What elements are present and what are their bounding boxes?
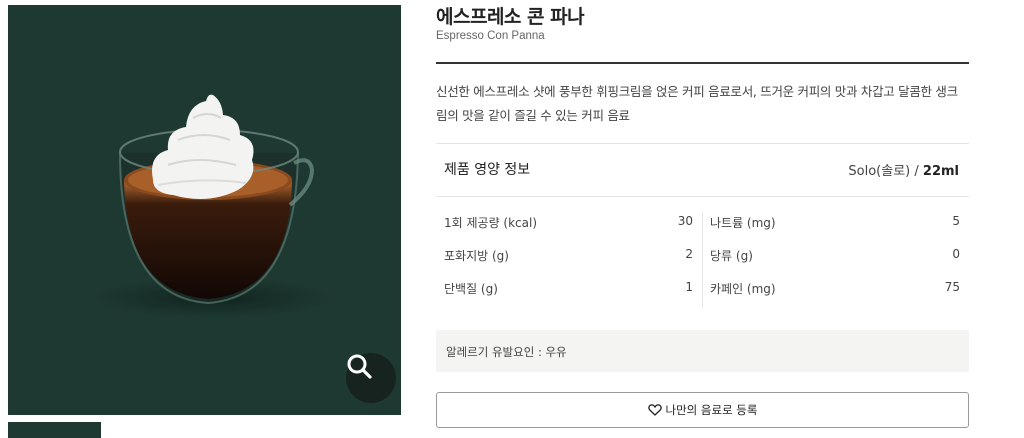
product-subtitle: Espresso Con Panna — [436, 30, 545, 42]
nutrition-value: 2 — [685, 247, 693, 261]
nutrition-value: 5 — [952, 214, 960, 228]
nutrition-value: 0 — [952, 247, 960, 261]
nutrition-list-left: 1회 제공량 (kcal) 30 포화지방 (g) 2 단백질 (g) 1 — [444, 214, 693, 313]
product-description: 신선한 에스프레소 샷에 풍부한 휘핑크림을 얹은 커피 음료로서, 뜨거운 커… — [436, 84, 958, 123]
nutrition-divider-bottom — [436, 196, 969, 197]
product-thumbnail[interactable] — [8, 422, 101, 438]
nutrition-value: 30 — [677, 214, 693, 228]
add-my-menu-label: 나만의 음료로 등록 — [665, 403, 758, 417]
nutrition-label: 카페인 (mg) — [710, 282, 776, 296]
serving-size-label: Solo(솔로) / — [848, 164, 919, 179]
nutrition-label: 나트륨 (mg) — [710, 216, 776, 230]
product-title: 에스프레소 콘 파나 — [436, 6, 585, 28]
nutrition-row-sugars: 당류 (g) 0 — [710, 247, 960, 280]
title-divider — [436, 62, 969, 64]
nutrition-row-caffeine: 카페인 (mg) 75 — [710, 280, 960, 313]
zoom-button[interactable] — [346, 353, 396, 403]
nutrition-divider-top — [436, 143, 969, 144]
nutrition-column-divider — [702, 212, 703, 308]
nutrition-value: 75 — [944, 280, 960, 294]
nutrition-label: 당류 (g) — [710, 249, 753, 263]
serving-size: Solo(솔로) / 22ml — [848, 160, 959, 179]
nutrition-label: 1회 제공량 (kcal) — [444, 216, 538, 230]
nutrition-row-sodium: 나트륨 (mg) 5 — [710, 214, 960, 247]
nutrition-title: 제품 영양 정보 — [444, 162, 531, 178]
heart-icon — [647, 404, 662, 416]
nutrition-label: 포화지방 (g) — [444, 249, 509, 263]
add-my-menu-button[interactable]: 나만의 음료로 등록 — [436, 392, 969, 428]
nutrition-row-protein: 단백질 (g) 1 — [444, 280, 693, 313]
allergy-info: 알레르기 유발요인 : 우유 — [436, 330, 969, 372]
search-icon — [347, 354, 372, 379]
espresso-cup-illustration — [93, 94, 333, 318]
serving-volume: 22ml — [922, 164, 959, 179]
nutrition-row-kcal: 1회 제공량 (kcal) 30 — [444, 214, 693, 247]
nutrition-row-saturated-fat: 포화지방 (g) 2 — [444, 247, 693, 280]
product-image — [8, 5, 401, 415]
nutrition-value: 1 — [685, 280, 693, 294]
nutrition-list-right: 나트륨 (mg) 5 당류 (g) 0 카페인 (mg) 75 — [710, 214, 960, 313]
nutrition-label: 단백질 (g) — [444, 282, 498, 296]
